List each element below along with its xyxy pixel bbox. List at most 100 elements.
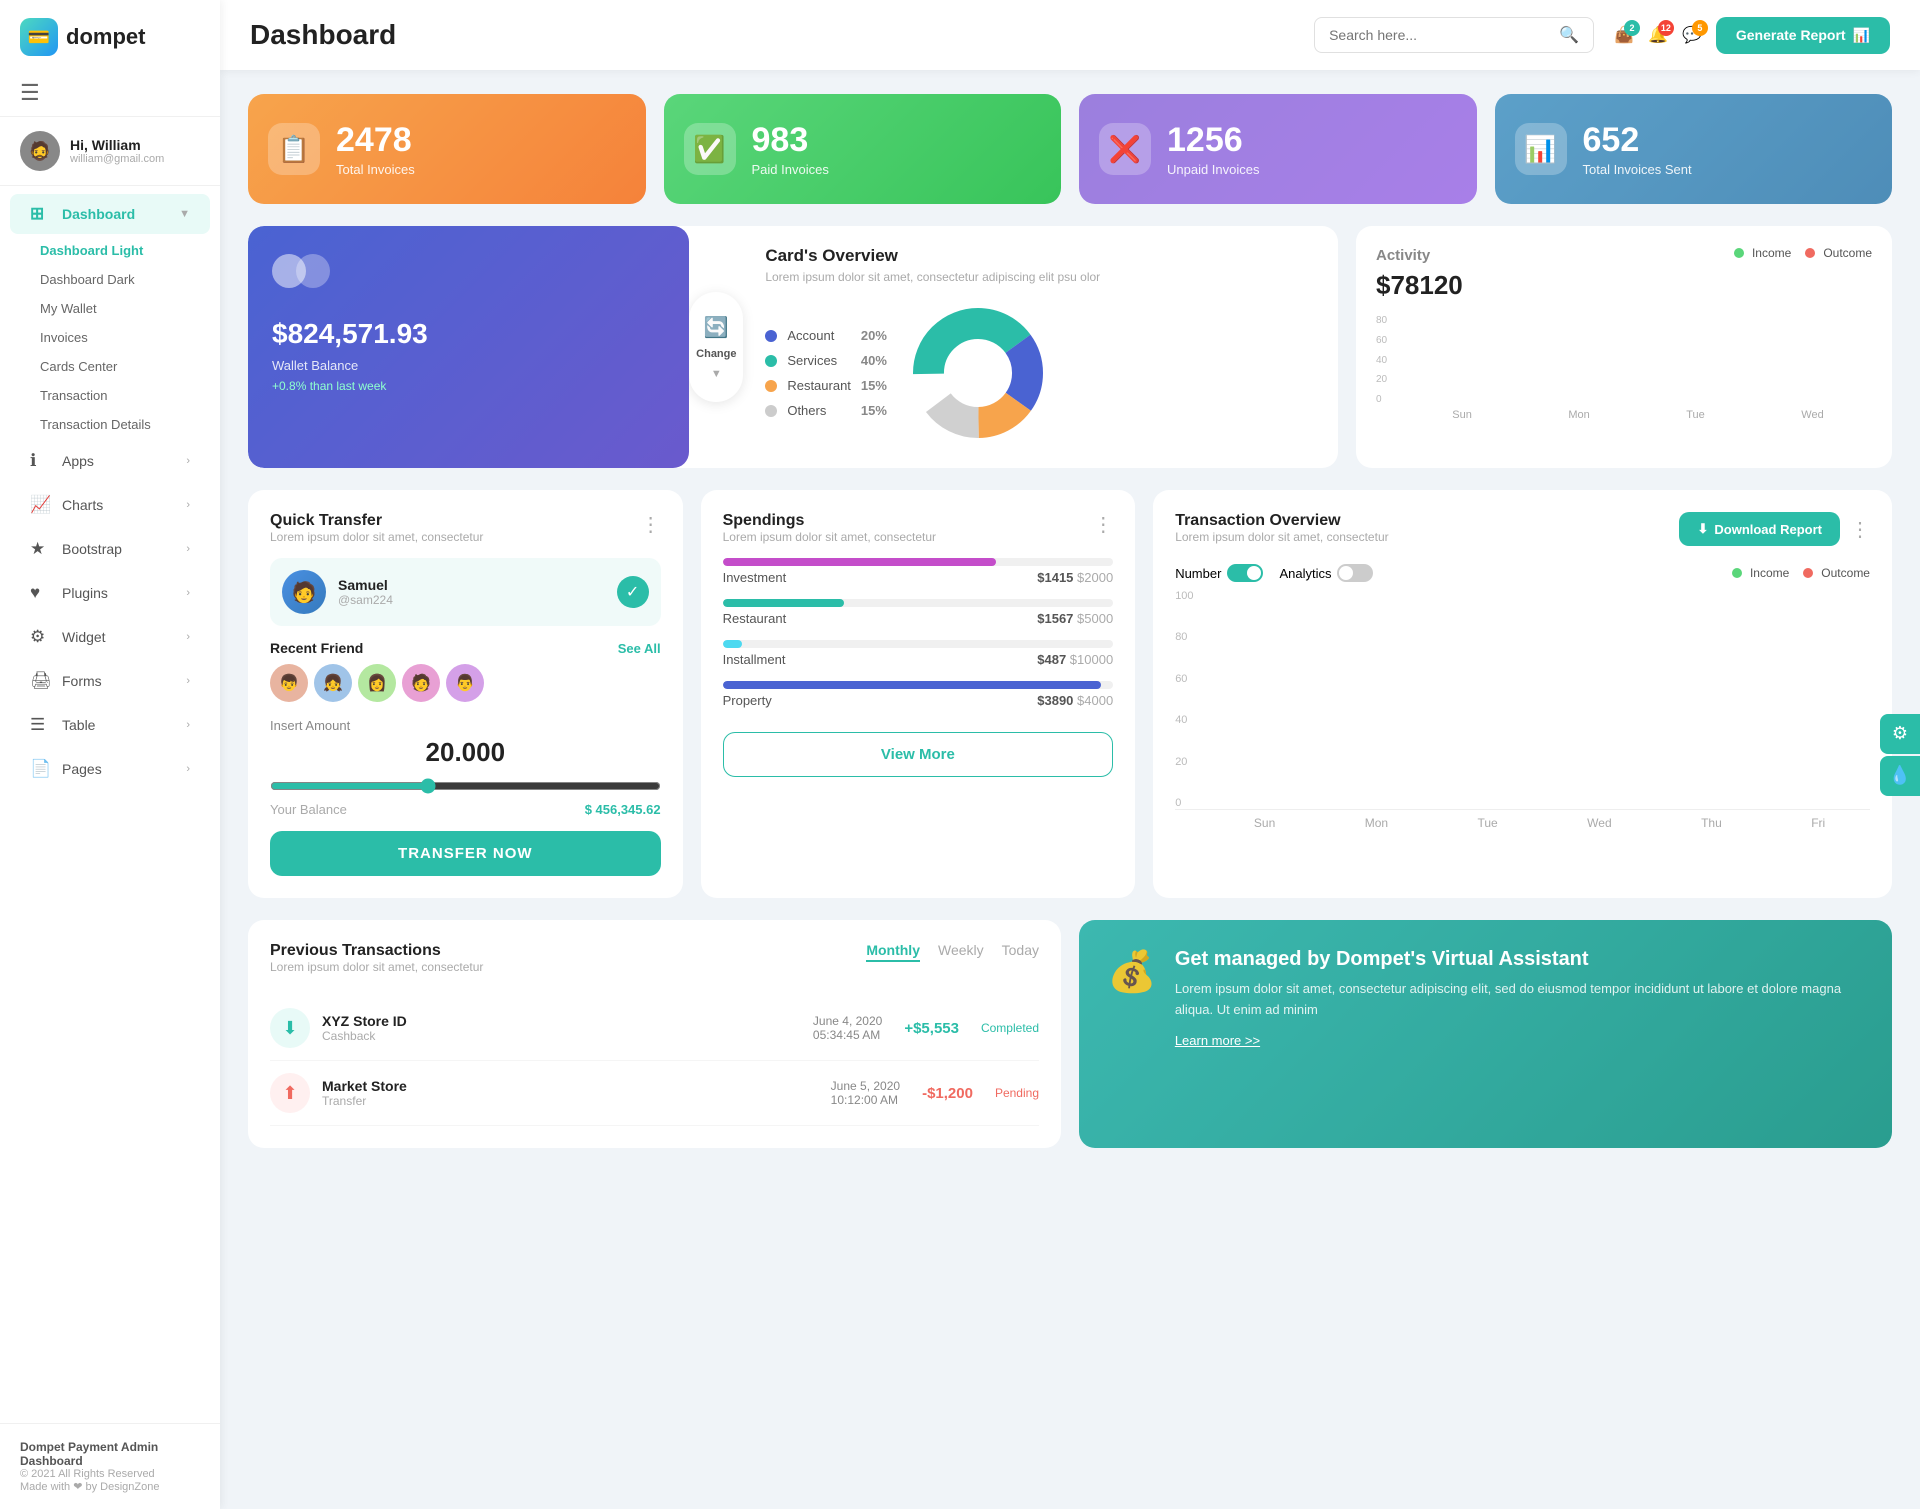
download-report-button[interactable]: ⬇ Download Report <box>1679 512 1840 546</box>
tx-overview-menu[interactable]: ⋮ <box>1850 517 1870 542</box>
wallet-label: Wallet Balance <box>272 358 665 373</box>
activity-title: Activity <box>1376 247 1430 264</box>
total-sent-icon: 📊 <box>1515 123 1567 175</box>
sidebar-item-table[interactable]: ☰ Table › <box>10 705 210 745</box>
forms-icon: 🖨 <box>30 671 52 691</box>
sidebar-item-plugins[interactable]: ♥ Plugins › <box>10 573 210 613</box>
change-button-wrap: 🔄 Change ▼ <box>689 226 743 468</box>
sidebar-item-dashboard[interactable]: ⊞ Dashboard ▼ <box>10 194 210 234</box>
sidebar-sub-transaction-details[interactable]: Transaction Details <box>0 410 220 439</box>
sidebar-sub-dashboard-light[interactable]: Dashboard Light <box>0 236 220 265</box>
transfer-now-button[interactable]: TRANSFER NOW <box>270 831 661 876</box>
user-name: Hi, William <box>70 137 164 153</box>
generate-report-button[interactable]: Generate Report 📊 <box>1716 17 1890 54</box>
dashboard-icon: ⊞ <box>30 204 52 224</box>
generate-report-label: Generate Report <box>1736 27 1846 43</box>
chat-badge-count: 5 <box>1692 20 1708 36</box>
others-dot <box>765 405 777 417</box>
spendings-panel: Spendings Lorem ipsum dolor sit amet, co… <box>701 490 1136 898</box>
quick-transfer-menu[interactable]: ⋮ <box>641 512 661 537</box>
number-toggle[interactable] <box>1227 564 1263 582</box>
content-area: 📋 2478 Total Invoices ✅ 983 Paid Invoice… <box>220 70 1920 1509</box>
stat-card-unpaid-invoices: ❌ 1256 Unpaid Invoices <box>1079 94 1477 204</box>
amount-slider[interactable] <box>270 778 661 794</box>
apps-icon: ℹ <box>30 451 52 471</box>
search-input[interactable] <box>1329 27 1551 43</box>
pages-icon: 📄 <box>30 759 52 779</box>
chat-icon-badge[interactable]: 💬 5 <box>1682 25 1702 45</box>
spendings-menu[interactable]: ⋮ <box>1093 512 1113 537</box>
pie-chart <box>903 298 1053 448</box>
settings-float-button[interactable]: ⚙ <box>1880 714 1920 754</box>
sidebar-item-bootstrap[interactable]: ★ Bootstrap › <box>10 529 210 569</box>
sidebar-sub-transaction[interactable]: Transaction <box>0 381 220 410</box>
friend-avatar-3[interactable]: 👩 <box>358 664 396 702</box>
account-dot <box>765 330 777 342</box>
friend-avatar-5[interactable]: 👨 <box>446 664 484 702</box>
header: Dashboard 🔍 👜 2 🔔 12 💬 5 Generate Report… <box>220 0 1920 70</box>
bar-label-wed: Wed <box>1801 409 1823 421</box>
sidebar-sub-my-wallet[interactable]: My Wallet <box>0 294 220 323</box>
see-all-link[interactable]: See All <box>618 641 661 656</box>
table-icon: ☰ <box>30 715 52 735</box>
view-more-button[interactable]: View More <box>723 732 1114 777</box>
sidebar-item-label: Apps <box>62 453 94 469</box>
wallet-icon-badge[interactable]: 👜 2 <box>1614 25 1634 45</box>
search-box: 🔍 <box>1314 17 1594 53</box>
chevron-right-icon: › <box>186 675 190 687</box>
sidebar-sub-cards-center[interactable]: Cards Center <box>0 352 220 381</box>
spend-row-restaurant: Restaurant $1567 $5000 <box>723 599 1114 626</box>
number-toggle-label: Number <box>1175 566 1221 581</box>
tx-outcome-legend: Outcome <box>1803 566 1870 580</box>
tab-weekly[interactable]: Weekly <box>938 942 984 962</box>
sidebar-item-apps[interactable]: ℹ Apps › <box>10 441 210 481</box>
sidebar-item-pages[interactable]: 📄 Pages › <box>10 749 210 789</box>
friend-avatar-1[interactable]: 👦 <box>270 664 308 702</box>
water-float-button[interactable]: 💧 <box>1880 756 1920 796</box>
tab-monthly[interactable]: Monthly <box>866 942 920 962</box>
tx-item-date: June 4, 2020 05:34:45 AM <box>813 1014 882 1042</box>
footer-brand: Dompet Payment Admin Dashboard <box>20 1440 200 1468</box>
activity-amount: $78120 <box>1376 270 1872 301</box>
account-pct: 20% <box>861 328 887 343</box>
bottom-row: Quick Transfer Lorem ipsum dolor sit ame… <box>248 490 1892 898</box>
right-float-buttons: ⚙ 💧 <box>1880 714 1920 796</box>
installment-label: Installment <box>723 652 786 667</box>
total-invoices-label: Total Invoices <box>336 162 415 177</box>
account-label: Account <box>787 328 851 343</box>
income-legend: Income <box>1734 246 1791 260</box>
tab-today[interactable]: Today <box>1002 942 1039 962</box>
sidebar-item-label: Dashboard <box>62 206 135 222</box>
sidebar-sub-dashboard-dark[interactable]: Dashboard Dark <box>0 265 220 294</box>
chevron-right-icon: › <box>186 631 190 643</box>
friend-avatar-2[interactable]: 👧 <box>314 664 352 702</box>
tx-bar-label-wed: Wed <box>1587 816 1611 830</box>
restaurant-label: Restaurant <box>787 378 851 393</box>
change-button[interactable]: 🔄 Change ▼ <box>689 292 743 402</box>
investment-max: $2000 <box>1077 570 1113 585</box>
sidebar-sub-invoices[interactable]: Invoices <box>0 323 220 352</box>
sidebar-item-forms[interactable]: 🖨 Forms › <box>10 661 210 701</box>
income-dot <box>1734 248 1744 258</box>
tx-item-icon: ⬇ <box>270 1008 310 1048</box>
sidebar-item-widget[interactable]: ⚙ Widget › <box>10 617 210 657</box>
others-label: Others <box>787 403 851 418</box>
header-icons: 👜 2 🔔 12 💬 5 Generate Report 📊 <box>1614 17 1890 54</box>
virtual-assistant-panel: 💰 Get managed by Dompet's Virtual Assist… <box>1079 920 1892 1148</box>
va-title: Get managed by Dompet's Virtual Assistan… <box>1175 948 1864 971</box>
number-toggle-wrap: Number <box>1175 564 1263 582</box>
sidebar-item-charts[interactable]: 📈 Charts › <box>10 485 210 525</box>
activity-panel: Activity Income Outcome $78120 <box>1356 226 1892 468</box>
cards-overview-desc: Lorem ipsum dolor sit amet, consectetur … <box>765 270 1316 284</box>
va-learn-more-link[interactable]: Learn more >> <box>1175 1033 1864 1048</box>
tx-item-name: XYZ Store ID <box>322 1013 407 1029</box>
friend-avatar-4[interactable]: 🧑 <box>402 664 440 702</box>
services-label: Services <box>787 353 851 368</box>
analytics-toggle[interactable] <box>1337 564 1373 582</box>
services-dot <box>765 355 777 367</box>
tx-bar-label-sun: Sun <box>1254 816 1275 830</box>
transaction-overview-panel: Transaction Overview Lorem ipsum dolor s… <box>1153 490 1892 898</box>
bell-icon-badge[interactable]: 🔔 12 <box>1648 25 1668 45</box>
hamburger-menu[interactable]: ☰ <box>0 70 220 116</box>
tx-overview-title: Transaction Overview <box>1175 512 1388 530</box>
